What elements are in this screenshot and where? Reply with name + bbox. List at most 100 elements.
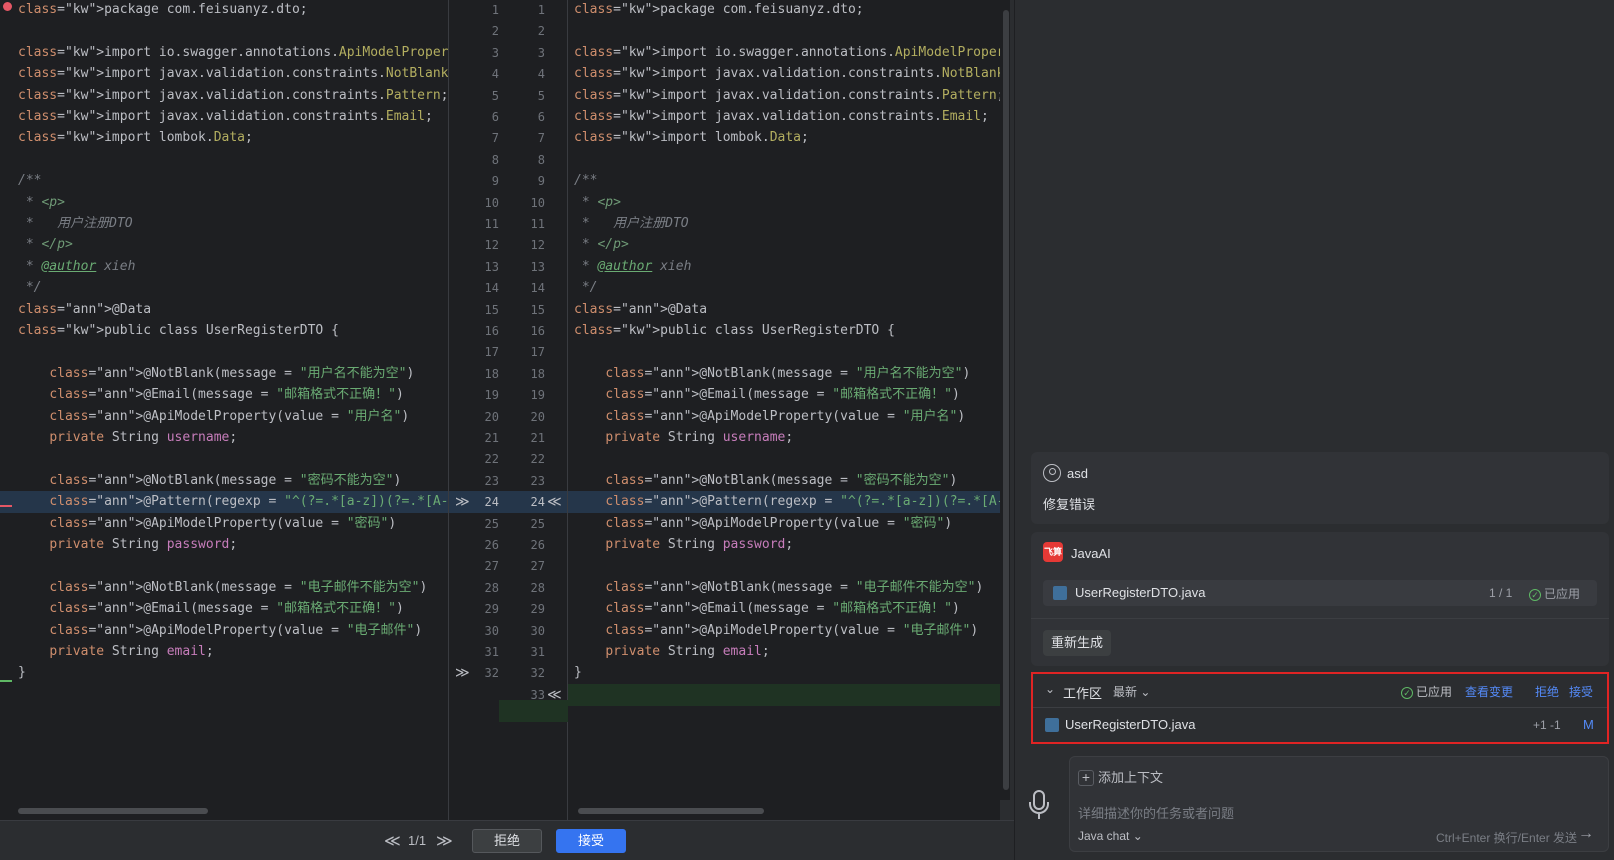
chat-input[interactable] [1078, 803, 1598, 823]
workspace-file-row[interactable]: UserRegisterDTO.java +1 -1 M [1033, 708, 1607, 742]
user-avatar-icon [1043, 464, 1061, 482]
view-changes-link[interactable]: 查看变更 [1465, 683, 1513, 700]
right-line-number: 10 [530, 195, 545, 210]
vertical-scrollbar[interactable] [1003, 10, 1009, 790]
code-line[interactable]: class="ann">@Pattern(regexp = "^(?=.*[a-… [568, 491, 1000, 514]
send-icon[interactable]: → [1578, 825, 1594, 843]
code-line[interactable] [0, 448, 448, 470]
code-line[interactable]: * 用户注册DTO [0, 213, 448, 235]
code-line[interactable]: /** [568, 170, 1000, 192]
code-line[interactable]: * @author xieh [0, 256, 448, 278]
code-line[interactable]: } [568, 662, 1000, 684]
code-line[interactable]: * 用户注册DTO [568, 213, 1000, 235]
right-diff-pane[interactable]: class="kw">package com.feisuanyz.dto; cla… [568, 0, 1000, 820]
ai-file-row[interactable]: UserRegisterDTO.java 1 / 1 ✓ 已应用 [1043, 580, 1597, 606]
right-horizontal-scrollbar[interactable] [578, 808, 764, 814]
code-line[interactable]: class="kw">import javax.validation.const… [0, 63, 448, 85]
code-line[interactable]: class="ann">@Data [568, 299, 1000, 321]
code-line[interactable]: class="ann">@NotBlank(message = "密码不能为空"… [568, 470, 1000, 492]
code-line[interactable]: class="kw">import lombok.Data; [568, 127, 1000, 149]
left-line-number: 14 [484, 281, 499, 296]
left-horizontal-scrollbar[interactable] [18, 808, 208, 814]
workspace-title: 工作区 [1063, 686, 1103, 701]
collapse-chevron-icon[interactable]: ⌄ [1045, 682, 1055, 696]
code-line[interactable]: class="kw">import javax.validation.const… [568, 63, 1000, 85]
revert-change-icon[interactable]: ≪ [547, 684, 562, 706]
next-change-icon[interactable]: ≫ [436, 831, 453, 851]
code-line[interactable]: class="kw">import io.swagger.annotations… [0, 42, 448, 64]
right-line-number: 4 [537, 67, 545, 82]
code-line[interactable] [0, 20, 448, 42]
model-selector[interactable]: Java chat ⌄ [1078, 829, 1143, 843]
error-indicator-icon[interactable] [3, 2, 12, 11]
code-line[interactable]: class="ann">@Email(message = "邮箱格式不正确！") [0, 598, 448, 620]
code-line[interactable]: private String email; [0, 641, 448, 663]
sort-dropdown[interactable]: 最新 ⌄ [1113, 683, 1150, 700]
code-line[interactable]: class="ann">@NotBlank(message = "密码不能为空"… [0, 470, 448, 492]
code-line[interactable]: class="ann">@ApiModelProperty(value = "电… [568, 620, 1000, 642]
code-line[interactable]: private String password; [0, 534, 448, 556]
code-line[interactable]: class="kw">import io.swagger.annotations… [568, 42, 1000, 64]
add-context-button[interactable]: + 添加上下文 [1078, 767, 1163, 787]
code-line[interactable] [568, 555, 1000, 577]
code-line[interactable]: class="ann">@NotBlank(message = "用户名不能为空… [568, 363, 1000, 385]
gutter-row: 11 11 [449, 213, 567, 235]
code-line[interactable]: * <p> [0, 192, 448, 214]
code-line[interactable]: class="ann">@NotBlank(message = "用户名不能为空… [0, 363, 448, 385]
gutter-row: 44 [449, 63, 567, 85]
left-diff-pane[interactable]: class="kw">package com.feisuanyz.dto; cla… [0, 0, 448, 820]
code-line[interactable]: class="ann">@NotBlank(message = "电子邮件不能为… [568, 577, 1000, 599]
code-line[interactable]: private String password; [568, 534, 1000, 556]
code-line[interactable]: class="ann">@NotBlank(message = "电子邮件不能为… [0, 577, 448, 599]
apply-change-icon[interactable]: ≫ [455, 491, 470, 513]
code-line[interactable]: class="ann">@ApiModelProperty(value = "密… [568, 513, 1000, 535]
workspace-reject-link[interactable]: 拒绝 [1535, 683, 1559, 700]
code-line[interactable]: } [0, 662, 448, 684]
change-counter: 1/1 [408, 833, 427, 848]
code-line[interactable]: private String username; [568, 427, 1000, 449]
code-line[interactable]: class="ann">@Email(message = "邮箱格式不正确！") [568, 384, 1000, 406]
code-line[interactable]: class="kw">package com.feisuanyz.dto; [568, 0, 1000, 21]
code-line[interactable] [0, 341, 448, 363]
regenerate-button[interactable]: 重新生成 [1043, 630, 1112, 656]
code-line[interactable] [0, 555, 448, 577]
code-line[interactable]: class="kw">import javax.validation.const… [568, 106, 1000, 128]
code-line[interactable]: * </p> [0, 234, 448, 256]
code-line[interactable]: class="ann">@ApiModelProperty(value = "电… [0, 620, 448, 642]
code-line[interactable]: class="kw">public class UserRegisterDTO … [0, 320, 448, 342]
code-line[interactable]: class="ann">@Email(message = "邮箱格式不正确！") [0, 384, 448, 406]
code-line[interactable] [568, 20, 1000, 42]
code-line[interactable]: private String email; [568, 641, 1000, 663]
code-line[interactable] [568, 448, 1000, 470]
code-line[interactable]: private String username; [0, 427, 448, 449]
code-line[interactable] [568, 341, 1000, 363]
code-line[interactable]: class="kw">public class UserRegisterDTO … [568, 320, 1000, 342]
code-line[interactable]: class="kw">import javax.validation.const… [0, 106, 448, 128]
code-line[interactable]: class="ann">@ApiModelProperty(value = "用… [0, 406, 448, 428]
code-line[interactable]: * <p> [568, 192, 1000, 214]
code-line[interactable]: class="kw">import javax.validation.const… [568, 85, 1000, 107]
code-line[interactable]: class="kw">import lombok.Data; [0, 127, 448, 149]
left-line-number: 28 [484, 580, 499, 595]
code-line[interactable]: class="kw">package com.feisuanyz.dto; [0, 0, 448, 21]
reject-button[interactable]: 拒绝 [472, 829, 542, 853]
workspace-accept-link[interactable]: 接受 [1569, 683, 1593, 700]
code-line-added[interactable] [568, 683, 1000, 706]
apply-change-icon[interactable]: ≫ [455, 662, 470, 684]
code-line[interactable] [0, 149, 448, 171]
code-line[interactable]: class="ann">@ApiModelProperty(value = "密… [0, 513, 448, 535]
code-line[interactable]: */ [568, 277, 1000, 299]
code-line[interactable]: class="ann">@Email(message = "邮箱格式不正确！") [568, 598, 1000, 620]
code-line[interactable]: class="ann">@ApiModelProperty(value = "用… [568, 406, 1000, 428]
code-line[interactable]: class="kw">import javax.validation.const… [0, 85, 448, 107]
code-line[interactable]: * @author xieh [568, 256, 1000, 278]
code-line[interactable]: */ [0, 277, 448, 299]
revert-change-icon[interactable]: ≪ [547, 491, 562, 513]
prev-change-icon[interactable]: ≪ [384, 831, 401, 851]
code-line[interactable] [568, 149, 1000, 171]
code-line[interactable]: * </p> [568, 234, 1000, 256]
code-line[interactable]: class="ann">@Pattern(regexp = "^(?=.*[a-… [0, 491, 448, 514]
code-line[interactable]: class="ann">@Data [0, 299, 448, 321]
code-line[interactable]: /** [0, 170, 448, 192]
accept-button[interactable]: 接受 [556, 829, 626, 853]
